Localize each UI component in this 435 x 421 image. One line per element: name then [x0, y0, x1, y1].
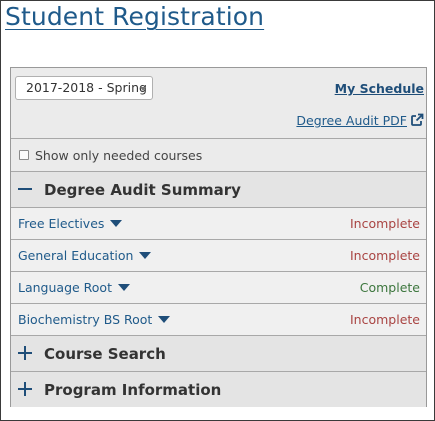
audit-row: Language Root Complete [11, 271, 426, 303]
plus-icon [18, 382, 32, 396]
audit-item-name: Biochemistry BS Root [18, 312, 153, 327]
toolbar-area: 2017-2018 - Spring My Schedule Degree Au… [11, 68, 426, 138]
registration-panel: 2017-2018 - Spring My Schedule Degree Au… [10, 67, 427, 407]
caret-down-icon [117, 284, 130, 291]
audit-row: General Education Incomplete [11, 239, 426, 271]
audit-item-name: General Education [18, 248, 134, 263]
page-title[interactable]: Student Registration [5, 2, 264, 31]
section-label: Program Information [44, 381, 222, 399]
section-course-search[interactable]: Course Search [11, 335, 426, 371]
section-degree-audit-summary[interactable]: Degree Audit Summary [11, 171, 426, 207]
show-needed-checkbox[interactable] [19, 150, 29, 160]
term-select[interactable]: 2017-2018 - Spring [15, 76, 153, 100]
audit-item-status: Incomplete [350, 216, 420, 231]
section-label: Course Search [44, 345, 166, 363]
caret-down-icon [139, 252, 152, 259]
section-label: Degree Audit Summary [44, 181, 241, 199]
audit-item-toggle[interactable]: Biochemistry BS Root [18, 312, 171, 327]
caret-down-icon [110, 220, 123, 227]
plus-icon [18, 346, 32, 360]
audit-item-name: Free Electives [18, 216, 105, 231]
external-link-icon [410, 113, 424, 127]
my-schedule-link[interactable]: My Schedule [335, 81, 424, 96]
caret-down-icon [158, 316, 171, 323]
section-program-information[interactable]: Program Information [11, 371, 426, 407]
audit-item-status: Incomplete [350, 248, 420, 263]
show-needed-row: Show only needed courses [11, 138, 426, 171]
audit-row: Biochemistry BS Root Incomplete [11, 303, 426, 335]
audit-item-status: Incomplete [350, 312, 420, 327]
show-needed-label[interactable]: Show only needed courses [35, 148, 202, 163]
minus-icon [18, 182, 32, 196]
audit-item-name: Language Root [18, 280, 112, 295]
term-select-value: 2017-2018 - Spring [26, 80, 147, 95]
degree-audit-pdf-link[interactable]: Degree Audit PDF [296, 113, 424, 128]
audit-item-status: Complete [359, 280, 420, 295]
caret-down-icon [140, 87, 146, 91]
degree-audit-pdf-label: Degree Audit PDF [296, 113, 407, 128]
audit-row: Free Electives Incomplete [11, 207, 426, 239]
audit-item-toggle[interactable]: Free Electives [18, 216, 123, 231]
audit-item-toggle[interactable]: General Education [18, 248, 152, 263]
audit-item-toggle[interactable]: Language Root [18, 280, 130, 295]
